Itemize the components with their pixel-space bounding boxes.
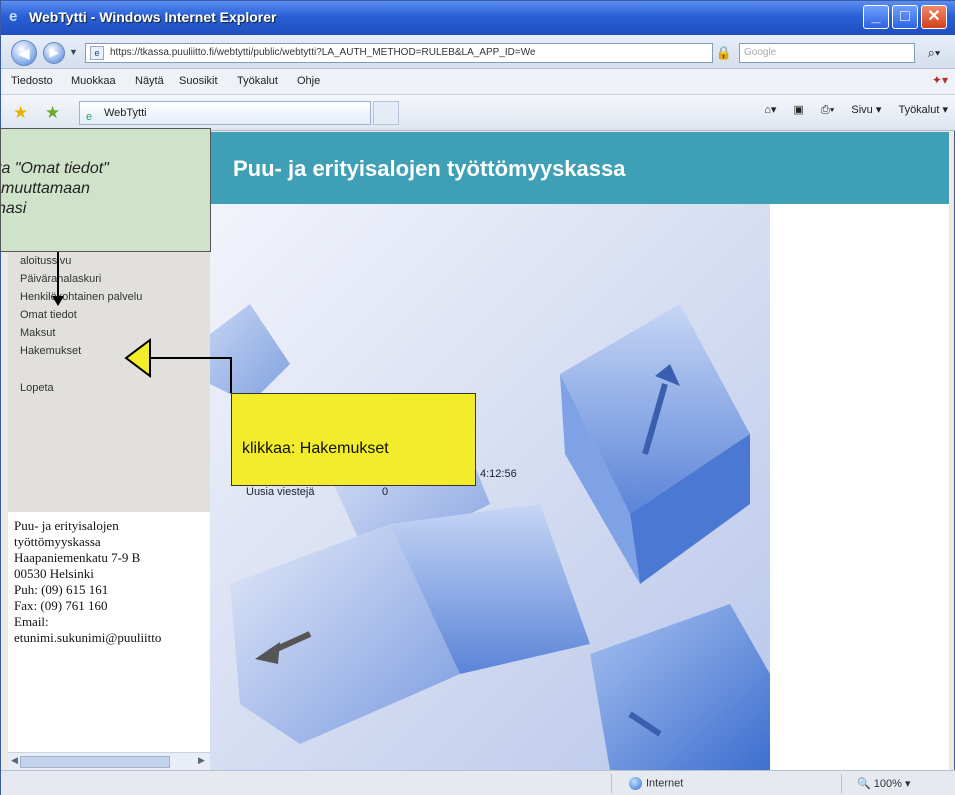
contact-email[interactable]: etunimi.sukunimi@puuliitto (14, 630, 210, 646)
menu-item-favorites[interactable]: Suosikit (179, 75, 218, 87)
internet-explorer-icon: e (9, 8, 18, 25)
maximize-button[interactable]: □ (892, 5, 918, 29)
add-favorites-icon[interactable]: ★ (45, 103, 60, 123)
menu-item-file[interactable]: Tiedosto (11, 75, 53, 87)
right-blank-area (770, 204, 949, 770)
page-icon: e (86, 111, 93, 123)
address-url: https://tkassa.puuliitto.fi/webtytti/pub… (110, 47, 536, 58)
menu-item-view[interactable]: Näytä (135, 75, 164, 87)
command-bar: ⌂▾ ▣ ⎙▾ Sivu ▾ Työkalut ▾ (750, 103, 948, 117)
globe-icon (629, 777, 642, 790)
contact-line: Puh: (09) 615 161 (14, 582, 109, 597)
title-bar: e WebTytti - Windows Internet Explorer _… (1, 1, 955, 35)
home-icon[interactable]: ⌂▾ (764, 104, 776, 116)
scroll-right-icon[interactable]: ▶ (198, 755, 205, 766)
callout-line: muuttamaan (1, 180, 90, 197)
tab-bar: ★ ★ e WebTytti ⌂▾ ▣ ⎙▾ Sivu ▾ Työkalut ▾ (1, 95, 955, 131)
new-tab-button[interactable] (373, 101, 399, 125)
callout-line: nasi (1, 200, 27, 217)
history-dropdown-icon[interactable]: ▼ (69, 47, 78, 57)
security-zone: Internet (629, 777, 683, 790)
address-input[interactable]: e https://tkassa.puuliitto.fi/webtytti/p… (85, 43, 713, 63)
nav-link-calculator[interactable]: Päivärahalaskuri (20, 270, 142, 288)
contact-line: Email: (14, 614, 49, 629)
favorites-star-icon[interactable]: ★ (13, 103, 28, 123)
status-divider (611, 774, 612, 793)
menu-bar: Tiedosto Muokkaa Näytä Suosikit Työkalut… (1, 69, 955, 95)
menu-item-edit[interactable]: Muokkaa (71, 75, 116, 87)
login-time: 4:12:56 (480, 468, 517, 480)
page-icon: e (90, 46, 104, 60)
forward-button[interactable]: ▶ (43, 42, 65, 64)
nav-link-personal-service[interactable]: Henkilökohtainen palvelu (20, 288, 142, 306)
search-input[interactable]: Google (739, 43, 915, 63)
tab-webtytti[interactable]: e WebTytti (79, 101, 371, 125)
page-menu[interactable]: Sivu ▾ (851, 104, 881, 116)
contact-info: Puu- ja erityisalojen työttömyyskassa Ha… (8, 512, 210, 760)
scrollbar-thumb[interactable] (20, 756, 170, 768)
lock-icon[interactable]: 🔒 (713, 43, 735, 63)
contact-line: työttömyyskassa (14, 534, 101, 549)
zoom-level[interactable]: 🔍 100% ▾ (857, 777, 910, 790)
logout-link[interactable]: Lopeta (20, 382, 54, 394)
contact-line: 00530 Helsinki (14, 566, 94, 581)
tab-label: WebTytti (104, 107, 147, 119)
print-icon[interactable]: ⎙▾ (821, 104, 834, 116)
zone-label: Internet (646, 777, 684, 790)
contact-line: Haapaniemenkatu 7-9 B (14, 550, 141, 565)
instruction-callout-green: sta "Omat tiedot" muuttamaan nasi (0, 128, 211, 252)
address-row: ◀ ▶ ▼ e https://tkassa.puuliitto.fi/webt… (1, 35, 955, 69)
callout-line: sta "Omat tiedot" (0, 160, 109, 177)
contact-line: Fax: (09) 761 160 (14, 598, 108, 613)
messages-label: Uusia viestejä (246, 486, 315, 498)
close-button[interactable]: ✕ (921, 5, 947, 29)
extras-icon[interactable]: ✦▾ (932, 73, 948, 87)
feeds-icon[interactable]: ▣ (793, 104, 803, 116)
search-icon[interactable]: ⌕▾ (919, 43, 949, 63)
nav-link-payments[interactable]: Maksut (20, 324, 142, 342)
nav-link-home[interactable]: aloitussivu (20, 252, 142, 270)
zoom-value: 100% (873, 778, 902, 790)
menu-item-help[interactable]: Ohje (297, 75, 320, 87)
contact-line: Puu- ja erityisalojen (14, 518, 119, 533)
nav-link-applications[interactable]: Hakemukset (20, 342, 142, 360)
menu-item-tools[interactable]: Työkalut (237, 75, 278, 87)
scroll-left-icon[interactable]: ◀ (11, 755, 18, 766)
page-title: Puu- ja erityisalojen työttömyyskassa (233, 156, 626, 181)
window-title: WebTytti - Windows Internet Explorer (29, 9, 277, 25)
instruction-callout-yellow: klikkaa: Hakemukset (231, 393, 476, 486)
minimize-button[interactable]: _ (863, 5, 889, 29)
nav-links: aloitussivu Päivärahalaskuri Henkilökoht… (20, 252, 142, 360)
status-divider (841, 774, 842, 793)
hero-image-keys: 4:12:56 Uusia viestejä 0 (210, 204, 770, 770)
browser-window: e WebTytti - Windows Internet Explorer _… (0, 0, 955, 795)
tools-menu[interactable]: Työkalut ▾ (898, 104, 948, 116)
messages-count: 0 (382, 486, 389, 498)
back-button[interactable]: ◀ (11, 40, 37, 66)
sidebar: aloitussivu Päivärahalaskuri Henkilökoht… (8, 204, 210, 770)
horizontal-scrollbar[interactable]: ◀ ▶ (8, 752, 210, 770)
status-bar: Internet 🔍 100% ▾ (1, 770, 955, 795)
nav-link-own-info[interactable]: Omat tiedot (20, 306, 142, 324)
